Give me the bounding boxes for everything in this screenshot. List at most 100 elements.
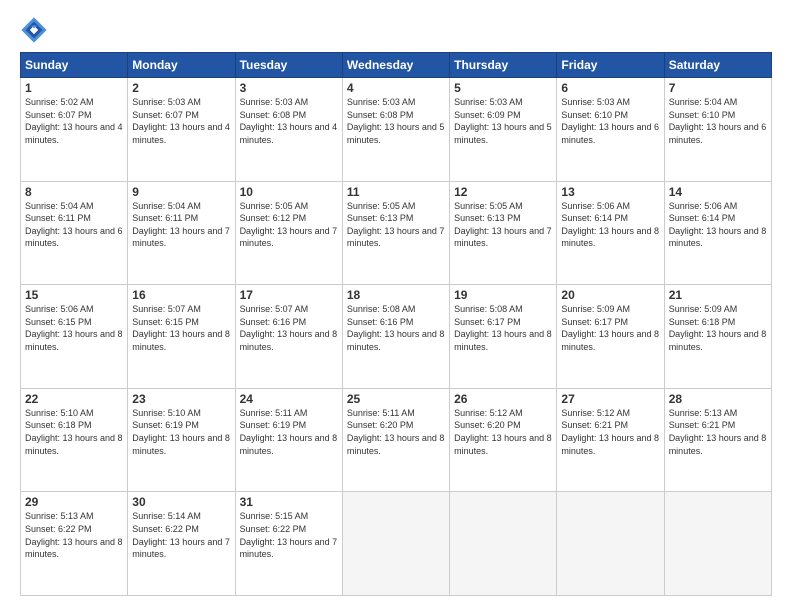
day-number: 30: [132, 495, 230, 509]
day-number: 8: [25, 185, 123, 199]
calendar-cell: 9Sunrise: 5:04 AMSunset: 6:11 PMDaylight…: [128, 181, 235, 285]
calendar-cell: 3Sunrise: 5:03 AMSunset: 6:08 PMDaylight…: [235, 78, 342, 182]
calendar-cell: [450, 492, 557, 596]
day-info: Sunrise: 5:07 AMSunset: 6:15 PMDaylight:…: [132, 303, 230, 353]
day-info: Sunrise: 5:04 AMSunset: 6:10 PMDaylight:…: [669, 96, 767, 146]
calendar-day-header: Saturday: [664, 53, 771, 78]
day-number: 20: [561, 288, 659, 302]
calendar-cell: 16Sunrise: 5:07 AMSunset: 6:15 PMDayligh…: [128, 285, 235, 389]
calendar-cell: 20Sunrise: 5:09 AMSunset: 6:17 PMDayligh…: [557, 285, 664, 389]
day-info: Sunrise: 5:09 AMSunset: 6:18 PMDaylight:…: [669, 303, 767, 353]
calendar-cell: 15Sunrise: 5:06 AMSunset: 6:15 PMDayligh…: [21, 285, 128, 389]
day-info: Sunrise: 5:10 AMSunset: 6:19 PMDaylight:…: [132, 407, 230, 457]
day-info: Sunrise: 5:08 AMSunset: 6:17 PMDaylight:…: [454, 303, 552, 353]
day-number: 22: [25, 392, 123, 406]
day-info: Sunrise: 5:10 AMSunset: 6:18 PMDaylight:…: [25, 407, 123, 457]
calendar-table: SundayMondayTuesdayWednesdayThursdayFrid…: [20, 52, 772, 596]
day-number: 6: [561, 81, 659, 95]
calendar-cell: [664, 492, 771, 596]
calendar-cell: 22Sunrise: 5:10 AMSunset: 6:18 PMDayligh…: [21, 388, 128, 492]
day-number: 19: [454, 288, 552, 302]
calendar-cell: 31Sunrise: 5:15 AMSunset: 6:22 PMDayligh…: [235, 492, 342, 596]
day-info: Sunrise: 5:05 AMSunset: 6:13 PMDaylight:…: [454, 200, 552, 250]
calendar-cell: 21Sunrise: 5:09 AMSunset: 6:18 PMDayligh…: [664, 285, 771, 389]
calendar-cell: 13Sunrise: 5:06 AMSunset: 6:14 PMDayligh…: [557, 181, 664, 285]
calendar-cell: 7Sunrise: 5:04 AMSunset: 6:10 PMDaylight…: [664, 78, 771, 182]
header: [20, 16, 772, 44]
day-number: 16: [132, 288, 230, 302]
day-info: Sunrise: 5:04 AMSunset: 6:11 PMDaylight:…: [25, 200, 123, 250]
day-info: Sunrise: 5:03 AMSunset: 6:09 PMDaylight:…: [454, 96, 552, 146]
day-info: Sunrise: 5:06 AMSunset: 6:14 PMDaylight:…: [561, 200, 659, 250]
day-info: Sunrise: 5:03 AMSunset: 6:08 PMDaylight:…: [240, 96, 338, 146]
day-info: Sunrise: 5:02 AMSunset: 6:07 PMDaylight:…: [25, 96, 123, 146]
day-info: Sunrise: 5:13 AMSunset: 6:21 PMDaylight:…: [669, 407, 767, 457]
day-info: Sunrise: 5:05 AMSunset: 6:12 PMDaylight:…: [240, 200, 338, 250]
calendar-week-row: 22Sunrise: 5:10 AMSunset: 6:18 PMDayligh…: [21, 388, 772, 492]
calendar-day-header: Monday: [128, 53, 235, 78]
calendar-cell: 1Sunrise: 5:02 AMSunset: 6:07 PMDaylight…: [21, 78, 128, 182]
day-number: 14: [669, 185, 767, 199]
day-info: Sunrise: 5:04 AMSunset: 6:11 PMDaylight:…: [132, 200, 230, 250]
day-number: 18: [347, 288, 445, 302]
calendar-day-header: Thursday: [450, 53, 557, 78]
calendar-cell: 23Sunrise: 5:10 AMSunset: 6:19 PMDayligh…: [128, 388, 235, 492]
calendar-cell: 24Sunrise: 5:11 AMSunset: 6:19 PMDayligh…: [235, 388, 342, 492]
calendar-cell: 19Sunrise: 5:08 AMSunset: 6:17 PMDayligh…: [450, 285, 557, 389]
calendar-cell: 14Sunrise: 5:06 AMSunset: 6:14 PMDayligh…: [664, 181, 771, 285]
day-info: Sunrise: 5:13 AMSunset: 6:22 PMDaylight:…: [25, 510, 123, 560]
day-info: Sunrise: 5:09 AMSunset: 6:17 PMDaylight:…: [561, 303, 659, 353]
day-info: Sunrise: 5:05 AMSunset: 6:13 PMDaylight:…: [347, 200, 445, 250]
day-info: Sunrise: 5:03 AMSunset: 6:07 PMDaylight:…: [132, 96, 230, 146]
calendar-cell: 8Sunrise: 5:04 AMSunset: 6:11 PMDaylight…: [21, 181, 128, 285]
day-info: Sunrise: 5:07 AMSunset: 6:16 PMDaylight:…: [240, 303, 338, 353]
calendar-day-header: Wednesday: [342, 53, 449, 78]
day-info: Sunrise: 5:15 AMSunset: 6:22 PMDaylight:…: [240, 510, 338, 560]
logo: [20, 16, 52, 44]
calendar-cell: [557, 492, 664, 596]
day-info: Sunrise: 5:03 AMSunset: 6:08 PMDaylight:…: [347, 96, 445, 146]
day-number: 15: [25, 288, 123, 302]
calendar-cell: 10Sunrise: 5:05 AMSunset: 6:12 PMDayligh…: [235, 181, 342, 285]
calendar-cell: 5Sunrise: 5:03 AMSunset: 6:09 PMDaylight…: [450, 78, 557, 182]
day-number: 28: [669, 392, 767, 406]
day-number: 4: [347, 81, 445, 95]
day-info: Sunrise: 5:11 AMSunset: 6:19 PMDaylight:…: [240, 407, 338, 457]
day-info: Sunrise: 5:12 AMSunset: 6:21 PMDaylight:…: [561, 407, 659, 457]
day-number: 24: [240, 392, 338, 406]
calendar-cell: 18Sunrise: 5:08 AMSunset: 6:16 PMDayligh…: [342, 285, 449, 389]
calendar-cell: 2Sunrise: 5:03 AMSunset: 6:07 PMDaylight…: [128, 78, 235, 182]
calendar-header-row: SundayMondayTuesdayWednesdayThursdayFrid…: [21, 53, 772, 78]
day-number: 29: [25, 495, 123, 509]
calendar-week-row: 8Sunrise: 5:04 AMSunset: 6:11 PMDaylight…: [21, 181, 772, 285]
calendar-day-header: Sunday: [21, 53, 128, 78]
calendar-cell: 28Sunrise: 5:13 AMSunset: 6:21 PMDayligh…: [664, 388, 771, 492]
day-number: 27: [561, 392, 659, 406]
day-number: 1: [25, 81, 123, 95]
calendar-cell: 17Sunrise: 5:07 AMSunset: 6:16 PMDayligh…: [235, 285, 342, 389]
calendar-cell: 30Sunrise: 5:14 AMSunset: 6:22 PMDayligh…: [128, 492, 235, 596]
day-number: 31: [240, 495, 338, 509]
page: SundayMondayTuesdayWednesdayThursdayFrid…: [0, 0, 792, 612]
day-number: 26: [454, 392, 552, 406]
calendar-cell: 27Sunrise: 5:12 AMSunset: 6:21 PMDayligh…: [557, 388, 664, 492]
day-number: 5: [454, 81, 552, 95]
calendar-cell: 25Sunrise: 5:11 AMSunset: 6:20 PMDayligh…: [342, 388, 449, 492]
day-info: Sunrise: 5:06 AMSunset: 6:15 PMDaylight:…: [25, 303, 123, 353]
day-number: 11: [347, 185, 445, 199]
day-number: 17: [240, 288, 338, 302]
day-info: Sunrise: 5:08 AMSunset: 6:16 PMDaylight:…: [347, 303, 445, 353]
calendar-week-row: 15Sunrise: 5:06 AMSunset: 6:15 PMDayligh…: [21, 285, 772, 389]
day-number: 23: [132, 392, 230, 406]
day-info: Sunrise: 5:12 AMSunset: 6:20 PMDaylight:…: [454, 407, 552, 457]
calendar-cell: 11Sunrise: 5:05 AMSunset: 6:13 PMDayligh…: [342, 181, 449, 285]
day-number: 3: [240, 81, 338, 95]
day-info: Sunrise: 5:11 AMSunset: 6:20 PMDaylight:…: [347, 407, 445, 457]
day-number: 13: [561, 185, 659, 199]
day-info: Sunrise: 5:14 AMSunset: 6:22 PMDaylight:…: [132, 510, 230, 560]
calendar-week-row: 1Sunrise: 5:02 AMSunset: 6:07 PMDaylight…: [21, 78, 772, 182]
day-number: 25: [347, 392, 445, 406]
calendar-cell: 26Sunrise: 5:12 AMSunset: 6:20 PMDayligh…: [450, 388, 557, 492]
calendar-day-header: Tuesday: [235, 53, 342, 78]
calendar-cell: [342, 492, 449, 596]
